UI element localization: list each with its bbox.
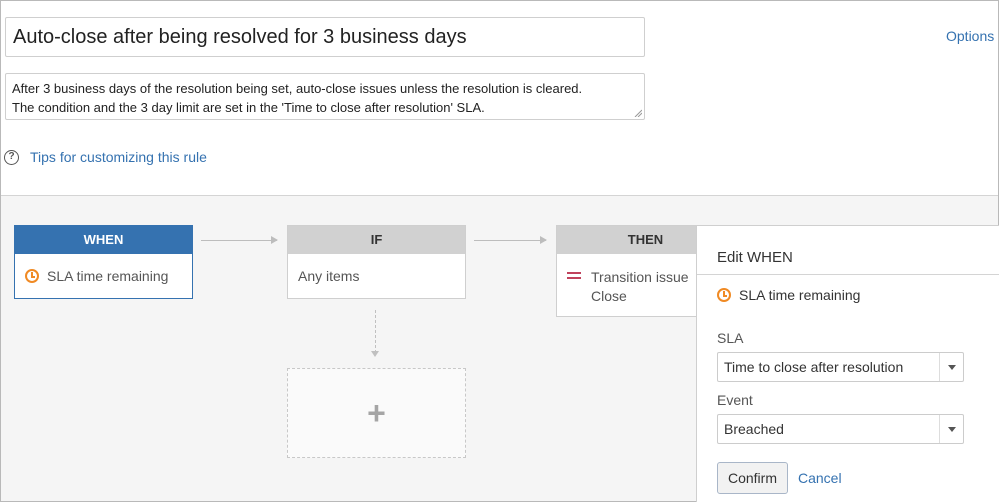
description-line-2: The condition and the 3 day limit are se…: [12, 100, 485, 115]
chevron-down-icon: [948, 427, 956, 432]
sla-select-value: Time to close after resolution: [724, 359, 904, 375]
resize-grip-icon[interactable]: [634, 109, 642, 117]
plus-icon: +: [367, 395, 386, 431]
tips-link[interactable]: Tips for customizing this rule: [30, 149, 207, 165]
if-node-item: Any items: [298, 268, 360, 284]
then-node-item-line1: Transition issue: [591, 269, 689, 285]
when-node-body: SLA time remaining: [15, 254, 192, 284]
when-node-heading: WHEN: [15, 226, 192, 254]
clock-icon: [25, 269, 39, 283]
rule-title-input[interactable]: Auto-close after being resolved for 3 bu…: [5, 17, 645, 57]
when-node-item: SLA time remaining: [47, 268, 169, 284]
sla-select[interactable]: Time to close after resolution: [717, 352, 964, 382]
if-node-heading: IF: [288, 226, 465, 254]
description-line-1: After 3 business days of the resolution …: [12, 81, 583, 96]
sla-label: SLA: [717, 330, 744, 346]
event-label: Event: [717, 392, 753, 408]
chevron-down-icon: [948, 365, 956, 370]
if-node[interactable]: IF Any items: [287, 225, 466, 299]
panel-divider: [697, 274, 999, 275]
panel-trigger-label: SLA time remaining: [739, 287, 861, 303]
event-dropdown-toggle[interactable]: [939, 415, 963, 443]
clock-icon: [717, 288, 731, 302]
flow-arrow-if-then: [474, 236, 547, 244]
help-icon: ?: [4, 149, 19, 165]
edit-when-panel: Edit WHEN SLA time remaining SLA Time to…: [696, 225, 999, 502]
event-select-value: Breached: [724, 421, 784, 437]
rule-description-textarea[interactable]: After 3 business days of the resolution …: [5, 73, 645, 120]
options-link[interactable]: Options: [946, 28, 994, 44]
add-branch-arrow-icon: [371, 351, 379, 357]
panel-trigger: SLA time remaining: [717, 287, 860, 303]
cancel-link[interactable]: Cancel: [798, 470, 842, 486]
event-select[interactable]: Breached: [717, 414, 964, 444]
transition-icon: [567, 272, 581, 281]
confirm-button[interactable]: Confirm: [717, 462, 788, 494]
flow-arrow-when-if: [201, 236, 278, 244]
panel-title: Edit WHEN: [717, 249, 793, 266]
sla-dropdown-toggle[interactable]: [939, 353, 963, 381]
add-component-box[interactable]: +: [287, 368, 466, 458]
tips-row: ? Tips for customizing this rule: [4, 147, 207, 167]
when-node[interactable]: WHEN SLA time remaining: [14, 225, 193, 299]
add-branch-connector: [375, 310, 376, 353]
